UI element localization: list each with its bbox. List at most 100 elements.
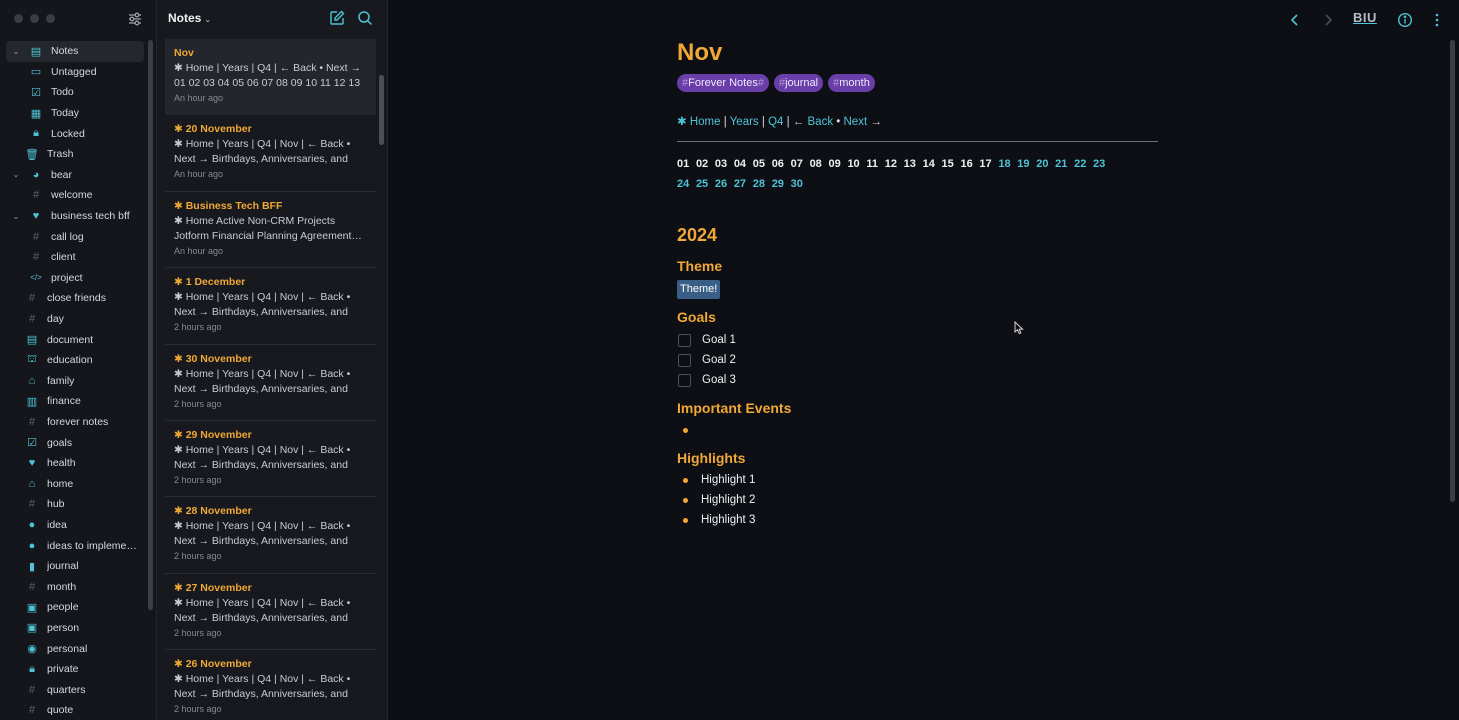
- notes-filter-dropdown[interactable]: Notes ⌄: [168, 11, 211, 25]
- day-link[interactable]: 18: [998, 154, 1010, 174]
- note-item-title: ✱ 26 November: [174, 658, 252, 671]
- sidebar-item-call-log[interactable]: # call log: [6, 226, 144, 247]
- close-window-button[interactable]: [14, 14, 23, 23]
- sidebar-item-project[interactable]: </> project: [6, 268, 144, 289]
- sidebar-item-health[interactable]: ♥ health: [6, 453, 144, 474]
- sidebar-item-close-friends[interactable]: # close friends: [6, 288, 144, 309]
- day-link[interactable]: 25: [696, 174, 708, 194]
- note-list-item[interactable]: ✱ 20 November ✱ Home | Years | Q4 | Nov |…: [165, 115, 376, 192]
- goal-checkbox[interactable]: [678, 353, 691, 367]
- sidebar-item-forever-notes[interactable]: # forever notes: [6, 412, 144, 433]
- chevron-down-icon[interactable]: ⌄: [10, 170, 22, 179]
- hash-icon: #: [32, 251, 40, 264]
- years-link[interactable]: Years: [730, 116, 759, 128]
- sidebar-item-bear[interactable]: ⌄ ◕ bear: [6, 165, 144, 186]
- more-options-button[interactable]: [1427, 10, 1447, 30]
- sidebar-item-personal[interactable]: ◉ personal: [6, 638, 144, 659]
- search-button[interactable]: [356, 9, 374, 27]
- sidebar-item-hub[interactable]: # hub: [6, 494, 144, 515]
- chevron-down-icon[interactable]: ⌄: [10, 47, 22, 56]
- sidebar-item-month[interactable]: # month: [6, 576, 144, 597]
- chevron-down-icon[interactable]: ⌄: [10, 212, 22, 221]
- tag-pill[interactable]: #Forever Notes#: [677, 74, 769, 92]
- note-list-item[interactable]: ✱ 30 November ✱ Home | Years | Q4 | Nov |…: [165, 345, 376, 421]
- sidebar-item-finance[interactable]: ▥ finance: [6, 391, 144, 412]
- note-list-item[interactable]: ✱ 26 November ✱ Home | Years | Q4 | Nov |…: [165, 650, 376, 720]
- day-link[interactable]: 24: [677, 174, 689, 194]
- sidebar-item-label: family: [47, 374, 75, 387]
- sidebar-item-person[interactable]: ▣ person: [6, 618, 144, 639]
- sidebar-item-goals[interactable]: ☑ goals: [6, 432, 144, 453]
- note-list-item[interactable]: ✱ 1 December ✱ Home | Years | Q4 | Nov | …: [165, 268, 376, 345]
- sidebar-item-people[interactable]: ▣ people: [6, 597, 144, 618]
- back-button[interactable]: [1285, 10, 1305, 30]
- sidebar-item-family[interactable]: ⌂ family: [6, 371, 144, 392]
- note-list-item[interactable]: ✱ 28 November ✱ Home | Years | Q4 | Nov |…: [165, 497, 376, 574]
- note-item-preview: ✱ Home Active Non-CRM Projects Jotform F…: [174, 214, 362, 242]
- sidebar-item-ideas-to-impleme[interactable]: ● ideas to impleme…: [6, 535, 144, 556]
- sidebar-settings-icon[interactable]: [126, 10, 144, 28]
- sidebar-item-quarters[interactable]: # quarters: [6, 679, 144, 700]
- sidebar-item-locked[interactable]: 🔒︎ Locked: [6, 123, 144, 144]
- day-link[interactable]: 28: [753, 174, 765, 194]
- sidebar-item-untagged[interactable]: ▭ Untagged: [6, 62, 144, 83]
- back-link[interactable]: Back: [808, 116, 834, 128]
- note-list-item[interactable]: ✱ 27 November ✱ Home | Years | Q4 | Nov |…: [165, 574, 376, 651]
- goal-checkbox[interactable]: [678, 333, 691, 347]
- note-list-item[interactable]: Nov ✱ Home | Years | Q4 | ← Back • Next →…: [165, 39, 376, 116]
- forward-button[interactable]: [1318, 10, 1338, 30]
- day-link[interactable]: 30: [791, 174, 803, 194]
- editor-scrollbar[interactable]: [1450, 40, 1455, 502]
- note-list-item[interactable]: ✱ Business Tech BFF ✱ Home Active Non-CRM…: [165, 192, 376, 269]
- sidebar-scrollbar[interactable]: [148, 40, 153, 610]
- goal-checkbox[interactable]: [678, 373, 691, 387]
- day-link[interactable]: 19: [1017, 154, 1029, 174]
- tag-pill[interactable]: #month: [828, 74, 875, 92]
- events-list: [677, 420, 1162, 440]
- day-link[interactable]: 22: [1074, 154, 1086, 174]
- goals-heading: Goals: [677, 309, 716, 325]
- sidebar-item-today[interactable]: ▦ Today: [6, 103, 144, 124]
- chevron-right-icon: [1325, 14, 1333, 26]
- note-item-preview: ✱ Home | Years | Q4 | Nov | ← Back • Nex…: [174, 673, 351, 701]
- heart-icon: ♥: [32, 210, 40, 223]
- sidebar-item-quote[interactable]: # quote: [6, 700, 144, 720]
- day-link[interactable]: 20: [1036, 154, 1048, 174]
- sidebar-item-day[interactable]: # day: [6, 309, 144, 330]
- day-link[interactable]: 23: [1093, 154, 1105, 174]
- sidebar-item-journal[interactable]: ▮ journal: [6, 556, 144, 577]
- day-link: 06: [771, 158, 784, 170]
- day-link: 17: [979, 158, 992, 170]
- day-link[interactable]: 21: [1055, 154, 1067, 174]
- note-list-item[interactable]: ✱ 29 November ✱ Home | Years | Q4 | Nov |…: [165, 421, 376, 498]
- sidebar-item-label: ideas to impleme…: [47, 539, 137, 552]
- day-link[interactable]: 26: [715, 174, 727, 194]
- sidebar-item-document[interactable]: ▤ document: [6, 329, 144, 350]
- zoom-window-button[interactable]: [46, 14, 55, 23]
- home-link[interactable]: ✱ Home: [677, 116, 721, 128]
- minimize-window-button[interactable]: [30, 14, 39, 23]
- tag-list: #Forever Notes# #journal #month: [677, 74, 1162, 92]
- person-icon: ▣: [26, 622, 38, 635]
- new-note-button[interactable]: [328, 9, 346, 27]
- day-link[interactable]: 29: [772, 174, 784, 194]
- note-document[interactable]: Nov #Forever Notes# #journal #month ✱ Home…: [677, 36, 1162, 530]
- sidebar-item-education[interactable]: ⛫ education: [6, 350, 144, 371]
- format-button[interactable]: BIU: [1353, 10, 1377, 30]
- day-link[interactable]: 27: [734, 174, 746, 194]
- sidebar-item-business-tech-bff[interactable]: ⌄ ♥ business tech bff: [6, 206, 144, 227]
- sidebar-item-notes[interactable]: ⌄ ▤ Notes: [6, 41, 144, 62]
- sidebar-item-home[interactable]: ⌂ home: [6, 473, 144, 494]
- notes-scrollbar[interactable]: [379, 75, 384, 145]
- q4-link[interactable]: Q4: [768, 116, 783, 128]
- sidebar-item-welcome[interactable]: # welcome: [6, 185, 144, 206]
- tag-pill[interactable]: #journal: [773, 74, 824, 92]
- sidebar-item-idea[interactable]: ● idea: [6, 515, 144, 536]
- sidebar-item-private[interactable]: 🔒︎ private: [6, 659, 144, 680]
- sidebar-item-todo[interactable]: ☑ Todo: [6, 82, 144, 103]
- bulb-icon: ●: [28, 539, 36, 552]
- info-button[interactable]: [1395, 10, 1415, 30]
- sidebar-item-client[interactable]: # client: [6, 247, 144, 268]
- sidebar-item-trash[interactable]: 🗑︎ Trash: [6, 144, 144, 165]
- next-link[interactable]: Next: [844, 116, 868, 128]
